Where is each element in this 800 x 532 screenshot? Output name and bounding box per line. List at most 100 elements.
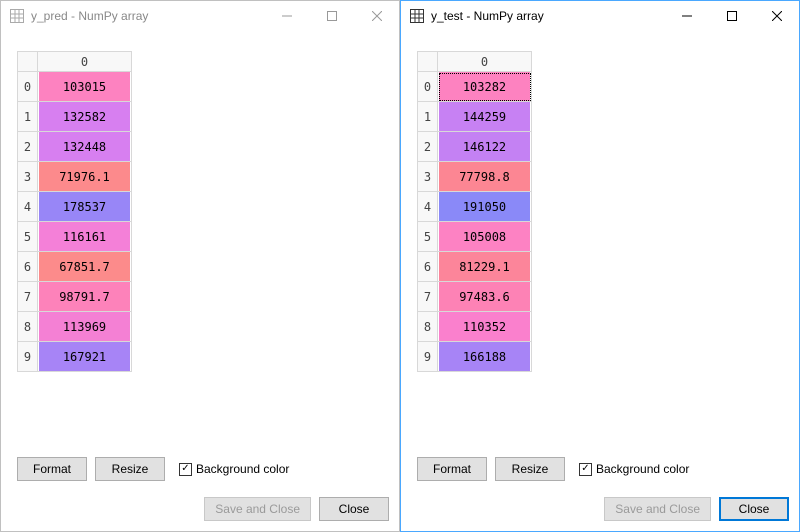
array-grid: 0 0 103282 1 144259 2 146122 3 77798.8 4 [417, 51, 783, 443]
array-cell[interactable]: 98791.7 [38, 282, 132, 312]
resize-button[interactable]: Resize [495, 457, 565, 481]
bgcolor-checkbox[interactable]: ✓ Background color [579, 462, 689, 476]
row-header[interactable]: 8 [418, 312, 438, 342]
cell-value: 132448 [39, 132, 130, 161]
row-header[interactable]: 5 [418, 222, 438, 252]
bgcolor-checkbox[interactable]: ✓ Background color [179, 462, 289, 476]
cell-value: 97483.6 [439, 282, 530, 311]
array-cell[interactable]: 113969 [38, 312, 132, 342]
cell-value: 146122 [439, 132, 530, 161]
array-cell[interactable]: 167921 [38, 342, 132, 372]
resize-button[interactable]: Resize [95, 457, 165, 481]
window-title: y_test - NumPy array [431, 9, 544, 23]
row-header[interactable]: 3 [418, 162, 438, 192]
window-title: y_pred - NumPy array [31, 9, 148, 23]
cell-value: 116161 [39, 222, 130, 251]
cell-value: 67851.7 [39, 252, 130, 281]
array-cell[interactable]: 105008 [438, 222, 532, 252]
cell-value: 110352 [439, 312, 530, 341]
format-button[interactable]: Format [417, 457, 487, 481]
maximize-button[interactable] [709, 1, 754, 31]
array-grid: 0 0 103015 1 132582 2 132448 3 71976.1 4 [17, 51, 383, 443]
row-header[interactable]: 2 [18, 132, 38, 162]
row-header[interactable]: 8 [18, 312, 38, 342]
cell-value: 132582 [39, 102, 130, 131]
titlebar[interactable]: y_test - NumPy array [401, 1, 799, 31]
cell-value: 178537 [39, 192, 130, 221]
close-window-button[interactable] [754, 1, 799, 31]
window-w_pred: y_pred - NumPy array 0 0 103015 1 132582… [0, 0, 400, 532]
array-cell[interactable]: 166188 [438, 342, 532, 372]
array-cell[interactable]: 132582 [38, 102, 132, 132]
array-cell[interactable]: 110352 [438, 312, 532, 342]
toolbar: Format Resize ✓ Background color [17, 449, 383, 481]
cell-value: 191050 [439, 192, 530, 221]
array-cell[interactable]: 67851.7 [38, 252, 132, 282]
row-header[interactable]: 9 [18, 342, 38, 372]
cell-value: 166188 [439, 342, 530, 371]
row-header[interactable]: 3 [18, 162, 38, 192]
format-button[interactable]: Format [17, 457, 87, 481]
content-area: 0 0 103015 1 132582 2 132448 3 71976.1 4 [1, 31, 399, 491]
corner-header [18, 52, 38, 72]
cell-value: 167921 [39, 342, 130, 371]
array-cell[interactable]: 191050 [438, 192, 532, 222]
array-cell[interactable]: 71976.1 [38, 162, 132, 192]
row-header[interactable]: 5 [18, 222, 38, 252]
cell-value: 103015 [39, 72, 130, 101]
minimize-button[interactable] [664, 1, 709, 31]
titlebar[interactable]: y_pred - NumPy array [1, 1, 399, 31]
array-cell[interactable]: 116161 [38, 222, 132, 252]
row-header[interactable]: 9 [418, 342, 438, 372]
cell-value: 81229.1 [439, 252, 530, 281]
cell-value: 98791.7 [39, 282, 130, 311]
row-header[interactable]: 1 [418, 102, 438, 132]
row-header[interactable]: 7 [18, 282, 38, 312]
footer: Save and Close Close [1, 491, 399, 531]
array-cell[interactable]: 103282 [438, 72, 532, 102]
window-w_test: y_test - NumPy array 0 0 103282 1 144259… [400, 0, 800, 532]
close-button[interactable]: Close [319, 497, 389, 521]
content-area: 0 0 103282 1 144259 2 146122 3 77798.8 4 [401, 31, 799, 491]
array-cell[interactable]: 178537 [38, 192, 132, 222]
row-header[interactable]: 2 [418, 132, 438, 162]
row-header[interactable]: 4 [418, 192, 438, 222]
array-cell[interactable]: 81229.1 [438, 252, 532, 282]
bgcolor-label: Background color [596, 462, 689, 476]
close-button[interactable]: Close [719, 497, 789, 521]
table-icon [409, 8, 425, 24]
corner-header [418, 52, 438, 72]
row-header[interactable]: 4 [18, 192, 38, 222]
row-header[interactable]: 1 [18, 102, 38, 132]
row-header[interactable]: 7 [418, 282, 438, 312]
checkbox-icon: ✓ [579, 463, 592, 476]
row-header[interactable]: 0 [18, 72, 38, 102]
cell-value: 77798.8 [439, 162, 530, 191]
table-icon [9, 8, 25, 24]
row-header[interactable]: 0 [418, 72, 438, 102]
save-and-close-button: Save and Close [204, 497, 311, 521]
toolbar: Format Resize ✓ Background color [417, 449, 783, 481]
array-cell[interactable]: 144259 [438, 102, 532, 132]
cell-value: 144259 [439, 102, 530, 131]
minimize-button[interactable] [264, 1, 309, 31]
checkbox-icon: ✓ [179, 463, 192, 476]
array-cell[interactable]: 146122 [438, 132, 532, 162]
column-header[interactable]: 0 [438, 52, 532, 72]
array-cell[interactable]: 132448 [38, 132, 132, 162]
array-cell[interactable]: 97483.6 [438, 282, 532, 312]
bgcolor-label: Background color [196, 462, 289, 476]
column-header[interactable]: 0 [38, 52, 132, 72]
cell-value: 103282 [439, 72, 530, 101]
close-window-button[interactable] [354, 1, 399, 31]
row-header[interactable]: 6 [18, 252, 38, 282]
footer: Save and Close Close [401, 491, 799, 531]
cell-value: 105008 [439, 222, 530, 251]
array-cell[interactable]: 77798.8 [438, 162, 532, 192]
cell-value: 113969 [39, 312, 130, 341]
row-header[interactable]: 6 [418, 252, 438, 282]
maximize-button[interactable] [309, 1, 354, 31]
save-and-close-button: Save and Close [604, 497, 711, 521]
cell-value: 71976.1 [39, 162, 130, 191]
array-cell[interactable]: 103015 [38, 72, 132, 102]
